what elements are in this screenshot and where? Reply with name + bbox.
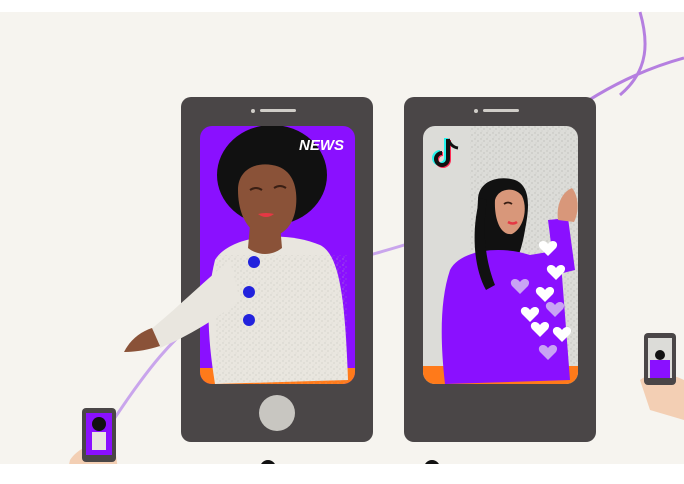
social-phone-speaker xyxy=(483,109,519,112)
illustration-canvas: NEWS xyxy=(0,0,684,484)
shirt-button-2 xyxy=(243,286,255,298)
social-phone xyxy=(404,97,596,442)
news-phone-home-button[interactable] xyxy=(259,395,295,431)
small-hand-phone-right xyxy=(640,333,684,420)
social-phone-camera xyxy=(474,109,478,113)
news-phone-camera xyxy=(251,109,255,113)
news-vs-social-illustration: NEWS xyxy=(65,11,684,484)
shirt-button-3 xyxy=(243,314,255,326)
news-phone-speaker xyxy=(260,109,296,112)
news-label: NEWS xyxy=(299,137,344,154)
bottom-border xyxy=(0,464,684,484)
shirt-button-1 xyxy=(248,256,260,268)
news-phone: NEWS xyxy=(124,97,373,442)
